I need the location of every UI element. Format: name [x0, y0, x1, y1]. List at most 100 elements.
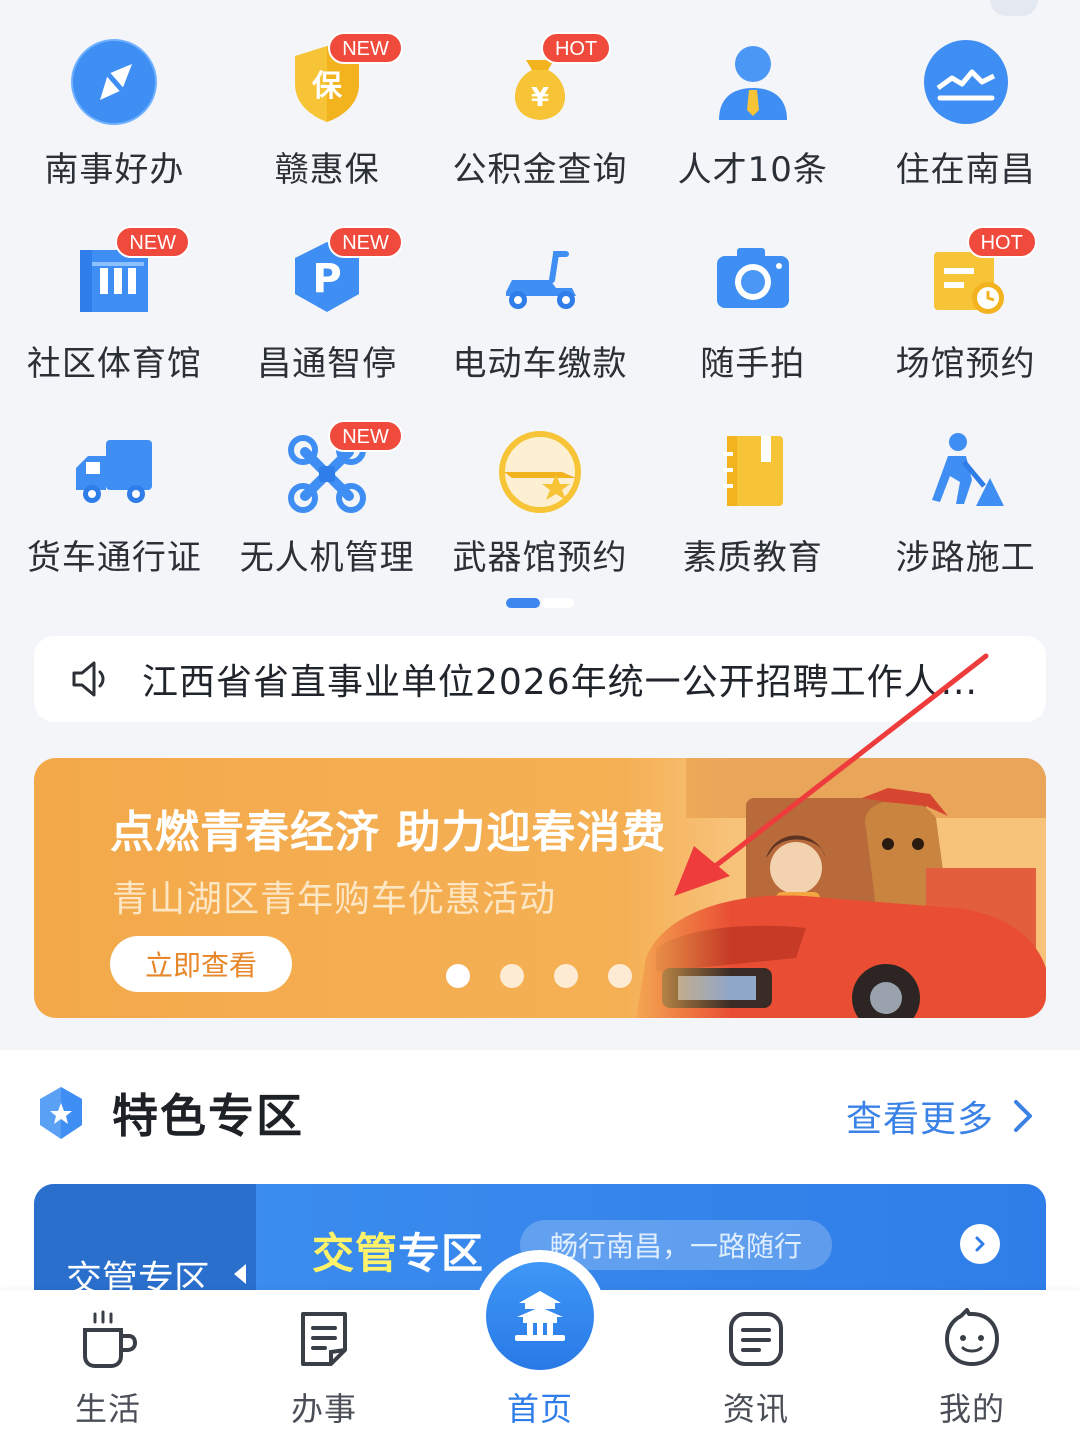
service-label: 人才10条: [677, 150, 828, 190]
title-highlight: 交管: [312, 1229, 399, 1278]
promo-banner[interactable]: 点燃青春经济 助力迎春消费 青山湖区青年购车优惠活动 立即查看: [34, 758, 1046, 1018]
service-label: 公积金查询: [452, 150, 628, 190]
section-title: 特色专区: [112, 1089, 304, 1143]
service-weapon-museum[interactable]: 武器馆预约: [434, 418, 647, 612]
arrow-circle-icon[interactable]: [960, 1224, 1000, 1264]
carousel-dot: [554, 964, 578, 988]
carousel-dot: [500, 964, 524, 988]
service-label: 昌通智停: [257, 344, 398, 384]
notice-text: 江西省省直事业单位2026年统一公开招聘工作人...: [142, 662, 978, 703]
service-label: 住在南昌: [895, 150, 1036, 190]
service-label: 南事好办: [44, 150, 185, 190]
service-drone-management[interactable]: NEW 无人机管理: [221, 418, 434, 612]
grid-row: 南事好办 保 NEW 赣惠保 ¥ HOT 公积金查询 人才10条 住在南昌: [8, 30, 1072, 224]
service-label: 素质教育: [682, 538, 823, 578]
star-shield-icon: [40, 1087, 82, 1139]
notebook-icon: [698, 418, 808, 522]
banner-subtitle: 青山湖区青年购车优惠活动: [112, 879, 557, 920]
tab-services[interactable]: 办事: [216, 1290, 432, 1438]
service-label: 涉路施工: [895, 538, 1036, 578]
tab-life[interactable]: 生活: [0, 1290, 216, 1438]
tab-label: 我的: [938, 1390, 1005, 1428]
money-bag-icon: ¥ HOT: [485, 30, 612, 134]
tab-label: 办事: [290, 1390, 357, 1428]
service-nanshi-haoban[interactable]: 南事好办: [8, 30, 221, 224]
profile-face-icon: [945, 1308, 999, 1366]
banner-carousel-dots: [446, 964, 632, 988]
talent-person-icon: [698, 30, 808, 134]
chevron-right-icon: [1014, 1100, 1032, 1132]
new-badge: NEW: [328, 226, 403, 258]
home-tengwang-icon: [515, 1291, 565, 1341]
car-lion-illustration: [626, 758, 1046, 1018]
page-dot-active: [506, 598, 540, 608]
road-construction-icon: [911, 418, 1021, 522]
news-icon: [729, 1312, 783, 1366]
traffic-zone-title: 交管专区: [312, 1220, 484, 1281]
service-label: 赣惠保: [274, 150, 380, 190]
svg-text:保: 保: [312, 69, 343, 104]
page-dot: [542, 598, 574, 608]
service-venue-booking[interactable]: HOT 场馆预约: [859, 224, 1072, 418]
service-ebike-payment[interactable]: 电动车缴款: [434, 224, 647, 418]
tab-profile[interactable]: 我的: [864, 1290, 1080, 1438]
view-more-link[interactable]: 查看更多: [846, 1090, 1036, 1142]
service-road-construction[interactable]: 涉路施工: [859, 418, 1072, 612]
tab-news[interactable]: 资讯: [648, 1290, 864, 1438]
home-button[interactable]: [486, 1262, 594, 1370]
service-label: 无人机管理: [239, 538, 415, 578]
view-more-label: 查看更多: [845, 1099, 994, 1140]
svg-text:P: P: [313, 256, 342, 302]
service-label: 武器馆预约: [452, 538, 628, 578]
hot-badge: HOT: [966, 226, 1037, 258]
drone-icon: NEW: [272, 418, 403, 522]
notice-bar[interactable]: 江西省省直事业单位2026年统一公开招聘工作人...: [34, 636, 1046, 722]
truck-icon: [59, 418, 169, 522]
carousel-dot: [608, 964, 632, 988]
caret-left-icon: [234, 1264, 246, 1284]
service-label: 货车通行证: [26, 538, 202, 578]
service-truck-permit[interactable]: 货车通行证: [8, 418, 221, 612]
weapon-museum-icon: [485, 418, 595, 522]
service-housing-fund[interactable]: ¥ HOT 公积金查询: [434, 30, 647, 224]
top-right-chip: [990, 0, 1038, 16]
service-talent[interactable]: 人才10条: [646, 30, 859, 224]
calendar-clock-icon: HOT: [911, 224, 1037, 328]
service-ganhuibao[interactable]: 保 NEW 赣惠保: [221, 30, 434, 224]
speaker-icon: [72, 661, 105, 697]
service-label: 场馆预约: [895, 344, 1036, 384]
carousel-dot-active: [446, 964, 470, 988]
new-badge: NEW: [328, 420, 403, 452]
service-label: 随手拍: [700, 344, 806, 384]
service-live-nanchang[interactable]: 住在南昌: [859, 30, 1072, 224]
document-icon: [301, 1312, 347, 1366]
service-community-gym[interactable]: NEW 社区体育馆: [8, 224, 221, 418]
hot-badge: HOT: [540, 32, 612, 64]
compass-icon: [59, 30, 169, 134]
svg-text:¥: ¥: [531, 83, 549, 113]
service-smart-parking[interactable]: P NEW 昌通智停: [221, 224, 434, 418]
city-skyline-icon: [911, 30, 1021, 134]
new-badge: NEW: [115, 226, 191, 258]
parking-icon: P NEW: [272, 224, 403, 328]
gym-building-icon: NEW: [59, 224, 191, 328]
service-grid: 南事好办 保 NEW 赣惠保 ¥ HOT 公积金查询 人才10条 住在南昌 NE…: [8, 30, 1072, 612]
service-quality-education[interactable]: 素质教育: [646, 418, 859, 612]
insurance-shield-icon: 保 NEW: [272, 30, 403, 134]
service-snapshot[interactable]: 随手拍: [646, 224, 859, 418]
banner-title: 点燃青春经济 助力迎春消费: [110, 807, 667, 858]
service-label: 社区体育馆: [26, 344, 202, 384]
section-header: 特色专区: [36, 1080, 304, 1146]
tab-label: 资讯: [722, 1390, 789, 1428]
title-rest: 专区: [398, 1229, 485, 1278]
grid-row: 货车通行证 NEW 无人机管理 武器馆预约 素质教育 涉路施工: [8, 418, 1072, 612]
view-now-button[interactable]: 立即查看: [110, 936, 292, 992]
camera-icon: [698, 224, 808, 328]
service-label: 电动车缴款: [452, 344, 628, 384]
electric-scooter-icon: [485, 224, 595, 328]
tab-label: 生活: [74, 1390, 141, 1428]
new-badge: NEW: [328, 32, 403, 64]
coffee-cup-icon: [83, 1310, 138, 1368]
tab-label: 首页: [506, 1390, 573, 1428]
grid-row: NEW 社区体育馆 P NEW 昌通智停 电动车缴款 随手拍 HOT 场馆预约: [8, 224, 1072, 418]
